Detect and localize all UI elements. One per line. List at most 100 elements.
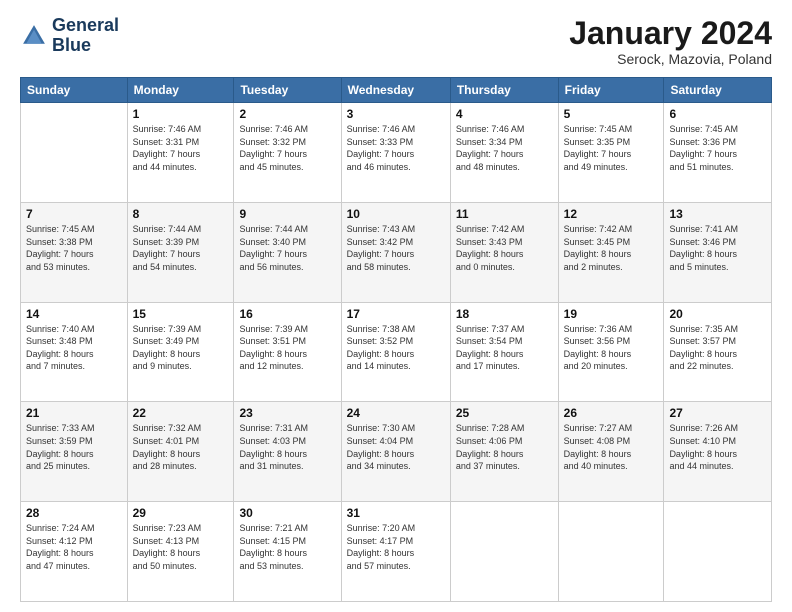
weekday-header: Tuesday	[234, 78, 341, 103]
day-info: Sunrise: 7:28 AMSunset: 4:06 PMDaylight:…	[456, 422, 553, 472]
calendar-day-cell: 10 Sunrise: 7:43 AMSunset: 3:42 PMDayligh…	[341, 202, 450, 302]
day-info: Sunrise: 7:35 AMSunset: 3:57 PMDaylight:…	[669, 323, 766, 373]
day-info: Sunrise: 7:46 AMSunset: 3:31 PMDaylight:…	[133, 123, 229, 173]
logo: General Blue	[20, 16, 119, 56]
calendar-day-cell: 15 Sunrise: 7:39 AMSunset: 3:49 PMDayligh…	[127, 302, 234, 402]
weekday-header: Monday	[127, 78, 234, 103]
calendar-day-cell: 28 Sunrise: 7:24 AMSunset: 4:12 PMDayligh…	[21, 502, 128, 602]
calendar-day-cell: 30 Sunrise: 7:21 AMSunset: 4:15 PMDayligh…	[234, 502, 341, 602]
day-info: Sunrise: 7:41 AMSunset: 3:46 PMDaylight:…	[669, 223, 766, 273]
logo-icon	[20, 22, 48, 50]
logo-text: General Blue	[52, 16, 119, 56]
day-info: Sunrise: 7:45 AMSunset: 3:38 PMDaylight:…	[26, 223, 122, 273]
day-info: Sunrise: 7:45 AMSunset: 3:35 PMDaylight:…	[564, 123, 659, 173]
calendar-day-cell	[664, 502, 772, 602]
weekday-row: SundayMondayTuesdayWednesdayThursdayFrid…	[21, 78, 772, 103]
day-number: 5	[564, 107, 659, 121]
day-info: Sunrise: 7:37 AMSunset: 3:54 PMDaylight:…	[456, 323, 553, 373]
calendar-day-cell: 11 Sunrise: 7:42 AMSunset: 3:43 PMDayligh…	[450, 202, 558, 302]
day-info: Sunrise: 7:36 AMSunset: 3:56 PMDaylight:…	[564, 323, 659, 373]
calendar-week-row: 21 Sunrise: 7:33 AMSunset: 3:59 PMDayligh…	[21, 402, 772, 502]
day-info: Sunrise: 7:46 AMSunset: 3:32 PMDaylight:…	[239, 123, 335, 173]
logo-line1: General	[52, 16, 119, 36]
day-info: Sunrise: 7:44 AMSunset: 3:40 PMDaylight:…	[239, 223, 335, 273]
calendar-day-cell: 25 Sunrise: 7:28 AMSunset: 4:06 PMDayligh…	[450, 402, 558, 502]
calendar-day-cell: 18 Sunrise: 7:37 AMSunset: 3:54 PMDayligh…	[450, 302, 558, 402]
day-info: Sunrise: 7:21 AMSunset: 4:15 PMDaylight:…	[239, 522, 335, 572]
day-number: 15	[133, 307, 229, 321]
calendar-day-cell: 31Sunrise: 7:20 AMSunset: 4:17 PMDayligh…	[341, 502, 450, 602]
calendar-day-cell: 24Sunrise: 7:30 AMSunset: 4:04 PMDayligh…	[341, 402, 450, 502]
day-info: Sunrise: 7:46 AMSunset: 3:34 PMDaylight:…	[456, 123, 553, 173]
day-number: 20	[669, 307, 766, 321]
day-number: 11	[456, 207, 553, 221]
day-number: 29	[133, 506, 229, 520]
calendar-day-cell: 2 Sunrise: 7:46 AMSunset: 3:32 PMDaylight…	[234, 103, 341, 203]
weekday-header: Wednesday	[341, 78, 450, 103]
day-info: Sunrise: 7:24 AMSunset: 4:12 PMDaylight:…	[26, 522, 122, 572]
day-number: 23	[239, 406, 335, 420]
day-info: Sunrise: 7:39 AMSunset: 3:49 PMDaylight:…	[133, 323, 229, 373]
weekday-header: Thursday	[450, 78, 558, 103]
page-subtitle: Serock, Mazovia, Poland	[569, 51, 772, 67]
day-info: Sunrise: 7:23 AMSunset: 4:13 PMDaylight:…	[133, 522, 229, 572]
day-number: 16	[239, 307, 335, 321]
day-info: Sunrise: 7:38 AMSunset: 3:52 PMDaylight:…	[347, 323, 445, 373]
day-info: Sunrise: 7:46 AMSunset: 3:33 PMDaylight:…	[347, 123, 445, 173]
day-info: Sunrise: 7:33 AMSunset: 3:59 PMDaylight:…	[26, 422, 122, 472]
day-number: 14	[26, 307, 122, 321]
day-number: 22	[133, 406, 229, 420]
calendar-day-cell	[450, 502, 558, 602]
day-number: 12	[564, 207, 659, 221]
calendar-day-cell: 12 Sunrise: 7:42 AMSunset: 3:45 PMDayligh…	[558, 202, 664, 302]
day-info: Sunrise: 7:42 AMSunset: 3:43 PMDaylight:…	[456, 223, 553, 273]
day-info: Sunrise: 7:42 AMSunset: 3:45 PMDaylight:…	[564, 223, 659, 273]
calendar-day-cell: 9 Sunrise: 7:44 AMSunset: 3:40 PMDaylight…	[234, 202, 341, 302]
day-number: 18	[456, 307, 553, 321]
day-number: 26	[564, 406, 659, 420]
calendar-week-row: 7Sunrise: 7:45 AMSunset: 3:38 PMDaylight…	[21, 202, 772, 302]
calendar-week-row: 14 Sunrise: 7:40 AMSunset: 3:48 PMDayligh…	[21, 302, 772, 402]
day-info: Sunrise: 7:30 AMSunset: 4:04 PMDaylight:…	[347, 422, 445, 472]
day-number: 17	[347, 307, 445, 321]
day-number: 19	[564, 307, 659, 321]
calendar-day-cell: 21 Sunrise: 7:33 AMSunset: 3:59 PMDayligh…	[21, 402, 128, 502]
day-number: 10	[347, 207, 445, 221]
day-number: 21	[26, 406, 122, 420]
day-number: 9	[239, 207, 335, 221]
header: General Blue January 2024 Serock, Mazovi…	[20, 16, 772, 67]
calendar-day-cell: 29 Sunrise: 7:23 AMSunset: 4:13 PMDayligh…	[127, 502, 234, 602]
calendar-day-cell: 17 Sunrise: 7:38 AMSunset: 3:52 PMDayligh…	[341, 302, 450, 402]
day-info: Sunrise: 7:44 AMSunset: 3:39 PMDaylight:…	[133, 223, 229, 273]
day-number: 28	[26, 506, 122, 520]
day-number: 31	[347, 506, 445, 520]
calendar-day-cell	[21, 103, 128, 203]
calendar-day-cell: 19 Sunrise: 7:36 AMSunset: 3:56 PMDayligh…	[558, 302, 664, 402]
calendar-day-cell: 1 Sunrise: 7:46 AMSunset: 3:31 PMDaylight…	[127, 103, 234, 203]
page-title: January 2024	[569, 16, 772, 51]
logo-line2: Blue	[52, 36, 119, 56]
calendar-week-row: 1 Sunrise: 7:46 AMSunset: 3:31 PMDaylight…	[21, 103, 772, 203]
calendar-day-cell: 7Sunrise: 7:45 AMSunset: 3:38 PMDaylight…	[21, 202, 128, 302]
day-number: 1	[133, 107, 229, 121]
day-number: 13	[669, 207, 766, 221]
day-number: 2	[239, 107, 335, 121]
calendar-day-cell: 23 Sunrise: 7:31 AMSunset: 4:03 PMDayligh…	[234, 402, 341, 502]
day-info: Sunrise: 7:26 AMSunset: 4:10 PMDaylight:…	[669, 422, 766, 472]
calendar: SundayMondayTuesdayWednesdayThursdayFrid…	[20, 77, 772, 602]
day-info: Sunrise: 7:43 AMSunset: 3:42 PMDaylight:…	[347, 223, 445, 273]
calendar-day-cell: 4Sunrise: 7:46 AMSunset: 3:34 PMDaylight…	[450, 103, 558, 203]
day-info: Sunrise: 7:31 AMSunset: 4:03 PMDaylight:…	[239, 422, 335, 472]
calendar-day-cell: 3Sunrise: 7:46 AMSunset: 3:33 PMDaylight…	[341, 103, 450, 203]
day-number: 25	[456, 406, 553, 420]
calendar-day-cell: 14 Sunrise: 7:40 AMSunset: 3:48 PMDayligh…	[21, 302, 128, 402]
calendar-day-cell: 5 Sunrise: 7:45 AMSunset: 3:35 PMDaylight…	[558, 103, 664, 203]
day-info: Sunrise: 7:40 AMSunset: 3:48 PMDaylight:…	[26, 323, 122, 373]
day-number: 30	[239, 506, 335, 520]
calendar-day-cell: 6Sunrise: 7:45 AMSunset: 3:36 PMDaylight…	[664, 103, 772, 203]
calendar-week-row: 28 Sunrise: 7:24 AMSunset: 4:12 PMDayligh…	[21, 502, 772, 602]
calendar-header: SundayMondayTuesdayWednesdayThursdayFrid…	[21, 78, 772, 103]
weekday-header: Saturday	[664, 78, 772, 103]
calendar-day-cell: 27 Sunrise: 7:26 AMSunset: 4:10 PMDayligh…	[664, 402, 772, 502]
day-number: 27	[669, 406, 766, 420]
